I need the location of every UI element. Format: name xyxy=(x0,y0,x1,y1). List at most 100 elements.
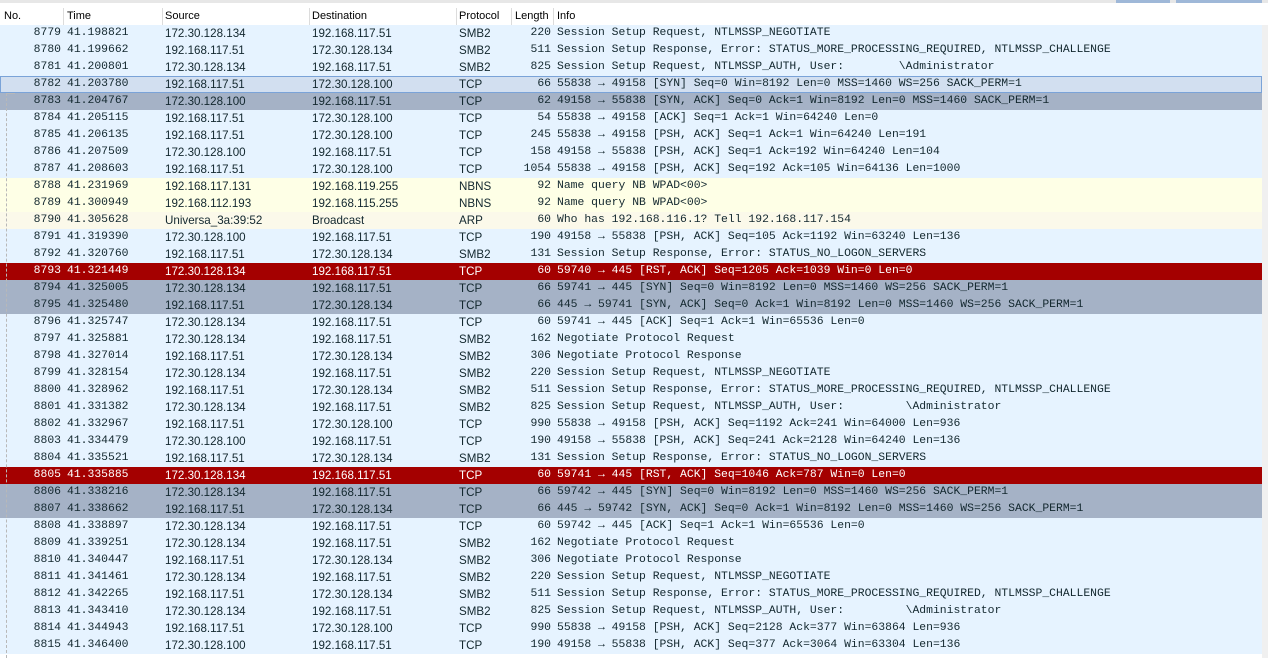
packet-row[interactable]: 8807 41.338662 192.168.117.51 172.30.128.13… xyxy=(0,501,1262,518)
column-header-length[interactable]: Length xyxy=(515,9,549,25)
packet-row[interactable]: 8805 41.335885 172.30.128.134 192.168.117.5… xyxy=(0,467,1262,484)
packet-row[interactable]: 8801 41.331382 172.30.128.134 192.168.117.5… xyxy=(0,399,1262,416)
packet-row[interactable]: 8794 41.325005 172.30.128.134 192.168.117.5… xyxy=(0,280,1262,297)
packet-info: 55838 → 49158 [PSH, ACK] Seq=1192 Ack=24… xyxy=(557,418,961,430)
packet-row[interactable]: 8808 41.338897 172.30.128.134 192.168.117.5… xyxy=(0,518,1262,535)
packet-info: Session Setup Request, NTLMSSP_AUTH, Use… xyxy=(557,401,1002,413)
packet-info: 55838 → 49158 [PSH, ACK] Seq=192 Ack=105… xyxy=(557,163,961,175)
column-divider[interactable] xyxy=(63,8,64,25)
packet-source: 192.168.117.51 xyxy=(165,503,245,516)
packet-list[interactable]: No. Time Source Destination Protocol Len… xyxy=(0,0,1268,658)
column-header-source[interactable]: Source xyxy=(165,9,200,25)
packet-row[interactable]: 8781 41.200801 172.30.128.134 192.168.117.5… xyxy=(0,59,1262,76)
packet-length: 511 xyxy=(530,384,551,396)
packet-time: 41.300949 xyxy=(67,197,129,209)
packet-row[interactable]: 8811 41.341461 172.30.128.134 192.168.117.5… xyxy=(0,569,1262,586)
packet-row[interactable]: 8797 41.325881 172.30.128.134 192.168.117.5… xyxy=(0,331,1262,348)
packet-row[interactable]: 8779 41.198821 172.30.128.134 192.168.117.5… xyxy=(0,25,1262,42)
packet-time: 41.319390 xyxy=(67,231,129,243)
packet-protocol: SMB2 xyxy=(459,384,491,397)
packet-row[interactable]: 8795 41.325480 192.168.117.51 172.30.128.13… xyxy=(0,297,1262,314)
packet-source: 172.30.128.134 xyxy=(165,571,246,584)
packet-row[interactable]: 8787 41.208603 192.168.117.51 172.30.128.10… xyxy=(0,161,1262,178)
packet-length: 66 xyxy=(537,299,551,311)
packet-protocol: TCP xyxy=(459,146,483,159)
packet-length: 60 xyxy=(537,214,551,226)
packet-source: 172.30.128.134 xyxy=(165,316,246,329)
column-header-time[interactable]: Time xyxy=(67,9,91,25)
packet-time: 41.204767 xyxy=(67,95,129,107)
column-header-destination[interactable]: Destination xyxy=(312,9,367,25)
packet-info: Negotiate Protocol Response xyxy=(557,554,742,566)
packet-row[interactable]: 8798 41.327014 192.168.117.51 172.30.128.13… xyxy=(0,348,1262,365)
packet-row[interactable]: 8800 41.328962 192.168.117.51 172.30.128.13… xyxy=(0,382,1262,399)
packet-length: 990 xyxy=(530,622,551,634)
packet-info: Session Setup Request, NTLMSSP_NEGOTIATE xyxy=(557,27,831,39)
packet-row[interactable]: 8806 41.338216 172.30.128.134 192.168.117.5… xyxy=(0,484,1262,501)
packet-row[interactable]: 8783 41.204767 172.30.128.100 192.168.117.5… xyxy=(0,93,1262,110)
packet-row[interactable]: 8785 41.206135 192.168.117.51 172.30.128.10… xyxy=(0,127,1262,144)
packet-info: 445 → 59741 [SYN, ACK] Seq=0 Ack=1 Win=8… xyxy=(557,299,1084,311)
packet-protocol: TCP xyxy=(459,639,483,652)
packet-row[interactable]: 8815 41.346400 172.30.128.100 192.168.117.5… xyxy=(0,637,1262,654)
packet-time: 41.344943 xyxy=(67,622,129,634)
packet-row[interactable]: 8786 41.207509 172.30.128.100 192.168.117.5… xyxy=(0,144,1262,161)
column-divider[interactable] xyxy=(511,8,512,25)
packet-row[interactable]: 8784 41.205115 192.168.117.51 172.30.128.10… xyxy=(0,110,1262,127)
packet-length: 60 xyxy=(537,520,551,532)
packet-length: 190 xyxy=(530,639,551,651)
packet-row[interactable]: 8793 41.321449 172.30.128.134 192.168.117.5… xyxy=(0,263,1262,280)
packet-info: 49158 → 55838 [PSH, ACK] Seq=105 Ack=119… xyxy=(557,231,961,243)
packet-destination: 192.168.117.51 xyxy=(312,95,392,108)
column-divider[interactable] xyxy=(553,8,554,25)
packet-row[interactable]: 8813 41.343410 172.30.128.134 192.168.117.5… xyxy=(0,603,1262,620)
packet-row[interactable]: 8809 41.339251 172.30.128.134 192.168.117.5… xyxy=(0,535,1262,552)
packet-source: 192.168.117.51 xyxy=(165,163,245,176)
packet-info: 59741 → 445 [SYN] Seq=0 Win=8192 Len=0 M… xyxy=(557,282,1009,294)
packet-info: Session Setup Request, NTLMSSP_AUTH, Use… xyxy=(557,61,995,73)
packet-destination: 192.168.117.51 xyxy=(312,605,392,618)
packet-row[interactable]: 8791 41.319390 172.30.128.100 192.168.117.5… xyxy=(0,229,1262,246)
packet-length: 66 xyxy=(537,282,551,294)
vertical-scrollbar[interactable] xyxy=(1262,25,1268,658)
packet-row[interactable]: 8799 41.328154 172.30.128.134 192.168.117.5… xyxy=(0,365,1262,382)
packet-destination: 172.30.128.134 xyxy=(312,384,393,397)
packet-info: 49158 → 55838 [PSH, ACK] Seq=241 Ack=212… xyxy=(557,435,961,447)
packet-row[interactable]: 8804 41.335521 192.168.117.51 172.30.128.13… xyxy=(0,450,1262,467)
packet-time: 41.231969 xyxy=(67,180,129,192)
packet-destination: 192.168.117.51 xyxy=(312,231,392,244)
column-header-info[interactable]: Info xyxy=(557,9,575,25)
packet-time: 41.207509 xyxy=(67,146,129,158)
packet-info: Name query NB WPAD<00> xyxy=(557,197,708,209)
column-header-no[interactable]: No. xyxy=(4,9,21,25)
packet-row[interactable]: 8780 41.199662 192.168.117.51 172.30.128.13… xyxy=(0,42,1262,59)
packet-row[interactable]: 8812 41.342265 192.168.117.51 172.30.128.13… xyxy=(0,586,1262,603)
packet-length: 825 xyxy=(530,605,551,617)
packet-row[interactable]: 8802 41.332967 192.168.117.51 172.30.128.10… xyxy=(0,416,1262,433)
packet-rows: 8779 41.198821 172.30.128.134 192.168.117.5… xyxy=(0,25,1268,654)
packet-info: Negotiate Protocol Response xyxy=(557,350,742,362)
packet-number: 8781 xyxy=(33,61,61,73)
packet-destination: 192.168.117.51 xyxy=(312,469,392,482)
packet-row[interactable]: 8782 41.203780 192.168.117.51 172.30.128.10… xyxy=(0,76,1262,93)
packet-row[interactable]: 8810 41.340447 192.168.117.51 172.30.128.13… xyxy=(0,552,1262,569)
packet-row[interactable]: 8814 41.344943 192.168.117.51 172.30.128.10… xyxy=(0,620,1262,637)
packet-destination: 192.168.117.51 xyxy=(312,486,392,499)
packet-protocol: TCP xyxy=(459,299,483,312)
column-divider[interactable] xyxy=(309,8,310,25)
column-header-protocol[interactable]: Protocol xyxy=(459,9,499,25)
column-divider[interactable] xyxy=(162,8,163,25)
packet-row[interactable]: 8790 41.305628 Universa_3a:39:52 Broadcast A… xyxy=(0,212,1262,229)
packet-destination: 192.168.117.51 xyxy=(312,27,392,40)
packet-row[interactable]: 8788 41.231969 192.168.117.131 192.168.119.… xyxy=(0,178,1262,195)
toolbar-button-edge[interactable] xyxy=(1116,0,1170,3)
packet-list-header: No. Time Source Destination Protocol Len… xyxy=(0,8,1268,26)
packet-row[interactable]: 8789 41.300949 192.168.112.193 192.168.115.… xyxy=(0,195,1262,212)
packet-row[interactable]: 8803 41.334479 172.30.128.100 192.168.117.5… xyxy=(0,433,1262,450)
column-divider[interactable] xyxy=(456,8,457,25)
packet-row[interactable]: 8796 41.325747 172.30.128.134 192.168.117.5… xyxy=(0,314,1262,331)
packet-info: 55838 → 49158 [PSH, ACK] Seq=1 Ack=1 Win… xyxy=(557,129,927,141)
packet-row[interactable]: 8792 41.320760 192.168.117.51 172.30.128.13… xyxy=(0,246,1262,263)
packet-protocol: TCP xyxy=(459,418,483,431)
toolbar-button-edge[interactable] xyxy=(1176,0,1262,3)
